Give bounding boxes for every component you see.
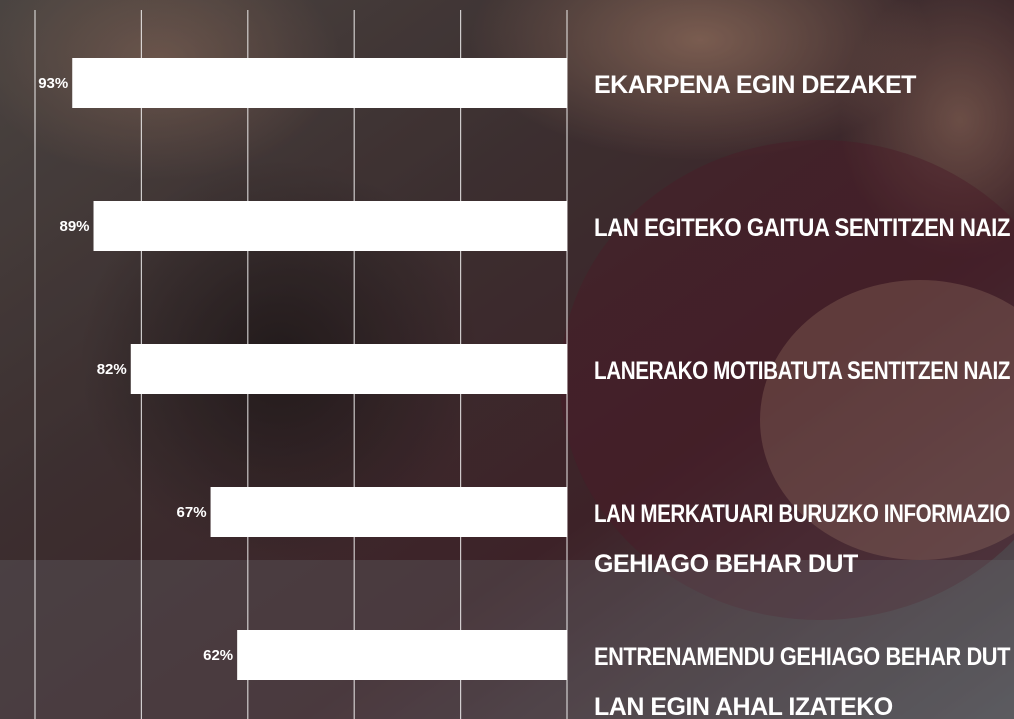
bar [130, 344, 567, 394]
category-label: ENTRENAMENDU GEHIAGO BEHAR DUT [594, 643, 1010, 671]
category-label: LAN EGIN AHAL IZATEKO [594, 693, 893, 719]
bars [72, 58, 568, 680]
category-label: LANERAKO MOTIBATUTA SENTITZEN NAIZ [594, 357, 1010, 385]
value-label: 82% [97, 361, 127, 378]
bar [210, 487, 567, 537]
value-label: 93% [38, 75, 68, 92]
bar-chart: 93% EKARPENA EGIN DEZAKET 89% LAN EGITEKO G… [34, 10, 1011, 719]
bar [237, 630, 567, 680]
category-label: EKARPENA EGIN DEZAKET [594, 71, 916, 99]
value-label: 67% [177, 504, 207, 521]
bar [72, 58, 568, 108]
category-label: GEHIAGO BEHAR DUT [594, 550, 858, 578]
category-label: LAN MERKATUARI BURUZKO INFORMAZIO [594, 500, 1010, 528]
value-label: 89% [59, 218, 89, 235]
category-label: LAN EGITEKO GAITUA SENTITZEN NAIZ [594, 214, 1010, 242]
value-label: 62% [203, 647, 233, 664]
labels: 93% EKARPENA EGIN DEZAKET 89% LAN EGITEKO G… [38, 71, 1010, 719]
bar [93, 201, 568, 251]
